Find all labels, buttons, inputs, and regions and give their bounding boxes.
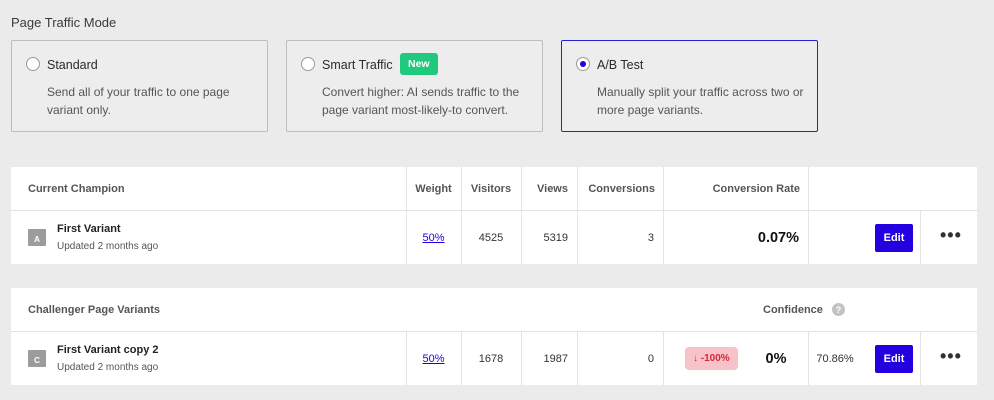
down-arrow-icon: ↓ <box>693 353 698 364</box>
confidence-value: 70.86% <box>816 352 854 365</box>
new-badge: New <box>400 53 438 75</box>
confidence-header: Confidence <box>763 303 823 316</box>
views-value: 1987 <box>543 352 568 365</box>
conversion-rate-header: Conversion Rate <box>712 182 800 195</box>
challenger-panel: Challenger Page Variants Confidence ? C … <box>11 288 977 385</box>
champion-header-name: Current Champion <box>28 182 125 195</box>
mode-description: Convert higher: AI sends traffic to the … <box>322 85 520 117</box>
conversion-rate-value: 0% <box>765 350 787 367</box>
mode-card-ab-test[interactable]: A/B Test Manually split your traffic acr… <box>561 40 818 132</box>
views-value: 5319 <box>543 231 568 244</box>
mode-card-smart-traffic[interactable]: Smart Traffic New Convert higher: AI sen… <box>286 40 543 132</box>
mode-card-standard[interactable]: Standard Send all of your traffic to one… <box>11 40 268 132</box>
delta-badge: ↓ -100% <box>685 347 738 370</box>
challenger-header-name: Challenger Page Variants <box>28 303 161 316</box>
standard-radio[interactable] <box>26 57 40 71</box>
weight-header: Weight <box>415 182 452 195</box>
variant-updated: Updated 2 months ago <box>57 362 159 373</box>
more-options-icon[interactable]: ••• <box>940 346 962 367</box>
conversions-header: Conversions <box>588 182 655 195</box>
variant-letter-icon: C <box>28 350 46 367</box>
page-traffic-mode-title: Page Traffic Mode <box>11 15 117 30</box>
challenger-header-row: Challenger Page Variants Confidence ? <box>11 288 977 332</box>
more-options-icon[interactable]: ••• <box>940 225 962 246</box>
conversions-value: 3 <box>647 231 654 244</box>
variant-letter-icon: A <box>28 229 46 246</box>
mode-title: A/B Test <box>597 58 644 72</box>
challenger-row: C First Variant copy 2 Updated 2 months … <box>11 332 977 385</box>
variant-name[interactable]: First Variant <box>57 223 121 235</box>
edit-button[interactable]: Edit <box>875 224 913 252</box>
views-header: Views <box>537 182 568 195</box>
champion-row: A First Variant Updated 2 months ago 50%… <box>11 211 977 264</box>
champion-header-row: Current Champion Weight Visitors Views C… <box>11 167 977 211</box>
mode-description: Manually split your traffic across two o… <box>597 85 804 117</box>
visitors-value: 1678 <box>478 352 504 365</box>
conversion-rate-value: 0.07% <box>757 229 799 246</box>
help-icon[interactable]: ? <box>832 303 845 316</box>
edit-button[interactable]: Edit <box>875 345 913 373</box>
smart-traffic-radio[interactable] <box>301 57 315 71</box>
champion-panel: Current Champion Weight Visitors Views C… <box>11 167 977 264</box>
conversions-value: 0 <box>647 352 654 365</box>
ab-test-radio[interactable] <box>576 57 590 71</box>
visitors-header: Visitors <box>470 182 512 195</box>
variant-updated: Updated 2 months ago <box>57 241 159 252</box>
mode-description: Send all of your traffic to one page var… <box>47 85 230 117</box>
weight-link[interactable]: 50% <box>422 232 444 244</box>
visitors-value: 4525 <box>478 231 504 244</box>
mode-title: Smart Traffic <box>322 58 393 72</box>
weight-link[interactable]: 50% <box>422 353 444 365</box>
mode-title: Standard <box>47 58 98 72</box>
variant-name[interactable]: First Variant copy 2 <box>57 344 158 356</box>
delta-value: -100% <box>700 353 730 364</box>
